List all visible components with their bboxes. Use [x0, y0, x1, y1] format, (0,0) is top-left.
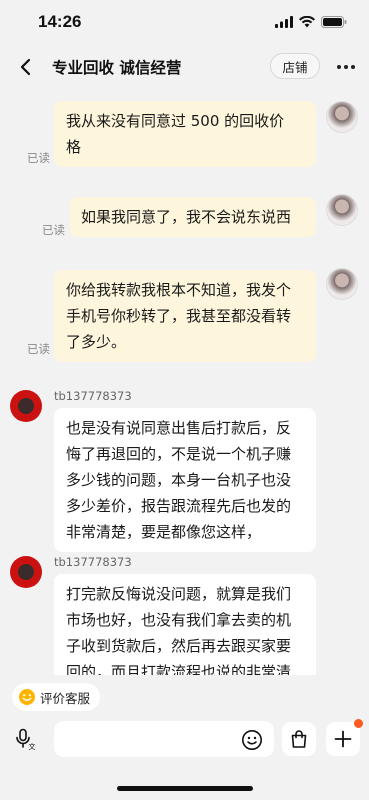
seller-avatar[interactable] [10, 390, 42, 422]
message-line: 你给我转款我根本不知道，我发个 [66, 281, 292, 299]
seller-avatar[interactable] [10, 556, 42, 588]
bottom-bar: 评价客服 文 [0, 675, 369, 800]
message-line: 多少差价，报告跟流程先后也发的 [66, 497, 292, 515]
message-line: 我从来没有同意过 500 的回收价 [66, 112, 285, 130]
sender-name: tb137778373 [54, 389, 132, 403]
sender-name: tb137778373 [54, 555, 132, 569]
message-line: 手机号你秒转了，我甚至都没看转 [66, 307, 292, 325]
rate-service-label: 评价客服 [40, 690, 91, 706]
shopping-bag-button[interactable] [282, 722, 316, 756]
message-bubble[interactable]: 打完款反悔说没问题，就算是我们 市场也好，也没有我们拿去卖的机 子收到货款后，然… [54, 574, 316, 682]
shopping-bag-icon [291, 730, 307, 748]
message-bubble[interactable]: 我从来没有同意过 500 的回收价 格 [54, 101, 316, 167]
message-line: 了多少。 [66, 333, 127, 351]
battery-icon [321, 16, 347, 28]
signal-icon [275, 16, 293, 28]
voice-button[interactable]: 文 [10, 724, 40, 754]
message-line: 格 [66, 138, 82, 156]
read-status: 已读 [27, 342, 50, 356]
message-line: 也是没有说同意出售后打款后，反 [66, 419, 292, 437]
status-icons [275, 16, 347, 28]
more-button[interactable] [332, 54, 360, 80]
input-row: 文 [0, 719, 369, 759]
message-bubble[interactable]: 你给我转款我根本不知道，我发个 手机号你秒转了，我甚至都没看转 了多少。 [54, 270, 316, 362]
status-time: 14:26 [38, 12, 82, 31]
read-status: 已读 [27, 151, 50, 165]
chevron-left-icon [20, 58, 31, 76]
message-line: 如果我同意了，我不会说东说西 [81, 208, 292, 226]
wifi-icon [299, 16, 315, 28]
store-button[interactable]: 店铺 [270, 53, 320, 79]
status-bar: 14:26 [0, 0, 369, 44]
message-bubble[interactable]: 如果我同意了，我不会说东说西 [70, 197, 316, 237]
nav-bar: 专业回收 诚信经营 店铺 [0, 44, 369, 90]
read-status: 已读 [42, 223, 65, 237]
message-line: 打完款反悔说没问题，就算是我们 [66, 585, 292, 603]
more-dots-icon [337, 65, 355, 69]
emoji-icon [242, 730, 262, 750]
home-indicator [117, 786, 253, 791]
my-avatar[interactable] [326, 268, 358, 300]
page-title: 专业回收 诚信经营 [52, 59, 182, 77]
message-line: 子收到货款后，然后再去跟买家要 [66, 637, 292, 655]
emoji-button[interactable] [240, 728, 264, 752]
my-avatar[interactable] [326, 194, 358, 226]
rate-service-chip[interactable]: 评价客服 [12, 683, 101, 711]
message-line: 非常清楚，要是都像您这样， [66, 523, 262, 541]
smile-icon [19, 689, 35, 705]
microphone-icon: 文 [16, 728, 36, 750]
message-bubble[interactable]: 也是没有说同意出售后打款后，反 悔了再退回的，不是说一个机子赚 多少钱的问题，本… [54, 408, 316, 552]
message-line: 多少钱的问题，本身一台机子也没 [66, 471, 292, 489]
back-button[interactable] [12, 54, 38, 80]
message-line: 市场也好，也没有我们拿去卖的机 [66, 611, 292, 629]
message-line: 悔了再退回的，不是说一个机子赚 [66, 445, 292, 463]
plus-icon [334, 730, 352, 748]
more-actions-button[interactable] [326, 719, 363, 756]
svg-text:文: 文 [29, 742, 36, 750]
notification-dot [354, 719, 363, 728]
my-avatar[interactable] [326, 101, 358, 133]
